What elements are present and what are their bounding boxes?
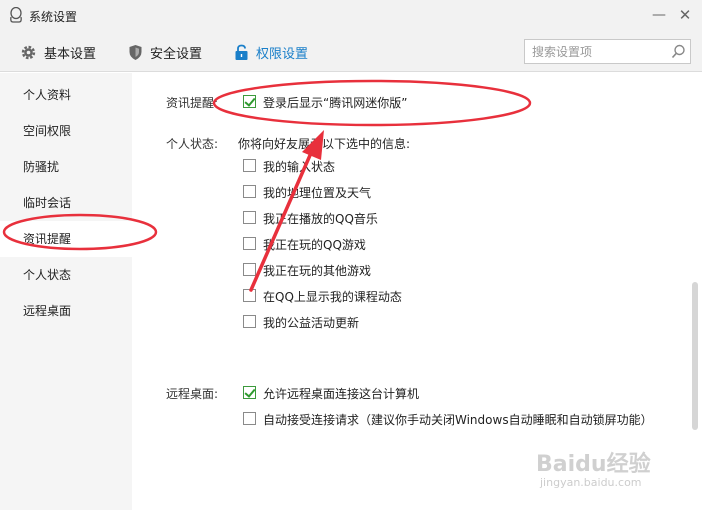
tab-permission-settings-label: 权限设置 bbox=[256, 46, 309, 62]
content-scrollbar[interactable] bbox=[692, 282, 698, 430]
tab-permission-settings[interactable]: 权限设置 bbox=[234, 32, 308, 72]
baidu-watermark: Baidu经验 bbox=[536, 452, 651, 477]
remote-desktop-label: 远程桌面: bbox=[166, 387, 219, 401]
search-box bbox=[524, 39, 691, 64]
tab-basic-settings[interactable]: 基本设置 bbox=[20, 32, 96, 72]
status-charity-option-label[interactable]: 我的公益活动更新 bbox=[263, 314, 359, 331]
status-othergame-checkbox[interactable] bbox=[243, 263, 256, 276]
qq-penguin-icon bbox=[10, 7, 22, 23]
window-title: 系统设置 bbox=[29, 10, 78, 24]
settings-toolbar: 基本设置 安全设置 权限设置 bbox=[0, 32, 702, 72]
personal-status-description: 你将向好友展示以下选中的信息: bbox=[238, 137, 411, 151]
sidebar-item-temp-session[interactable]: 临时会话 bbox=[0, 185, 132, 221]
news-reminder-label: 资讯提醒: bbox=[166, 96, 219, 110]
tab-security-settings-label: 安全设置 bbox=[150, 46, 203, 62]
status-location-option-label[interactable]: 我的地理位置及天气 bbox=[263, 184, 371, 201]
baidu-watermark-url: jingyan.baidu.com bbox=[540, 476, 642, 489]
news-mini-checkbox[interactable] bbox=[243, 95, 256, 108]
lock-icon bbox=[235, 44, 248, 60]
title-bar: 系统设置 — ✕ bbox=[0, 0, 702, 32]
sidebar-item-anti-harassment[interactable]: 防骚扰 bbox=[0, 149, 132, 185]
status-course-checkbox[interactable] bbox=[243, 289, 256, 302]
status-location-checkbox[interactable] bbox=[243, 185, 256, 198]
status-charity-checkbox[interactable] bbox=[243, 315, 256, 328]
status-course-option-label[interactable]: 在QQ上显示我的课程动态 bbox=[263, 288, 402, 305]
sidebar-item-personal-status[interactable]: 个人状态 bbox=[0, 257, 132, 293]
status-qqgame-checkbox[interactable] bbox=[243, 237, 256, 250]
tab-basic-settings-label: 基本设置 bbox=[44, 46, 97, 62]
remote-allow-checkbox[interactable] bbox=[243, 386, 256, 399]
gear-icon bbox=[21, 45, 36, 59]
status-typing-option-label[interactable]: 我的输入状态 bbox=[263, 158, 335, 175]
sidebar-item-remote-desktop[interactable]: 远程桌面 bbox=[0, 293, 132, 329]
status-typing-checkbox[interactable] bbox=[243, 159, 256, 172]
close-button[interactable]: ✕ bbox=[676, 6, 694, 24]
sidebar-item-space-permission[interactable]: 空间权限 bbox=[0, 113, 132, 149]
remote-auto-accept-option-label[interactable]: 自动接受连接请求（建议你手动关闭Windows自动睡眠和自动锁屏功能） bbox=[263, 411, 653, 428]
remote-auto-accept-checkbox[interactable] bbox=[243, 412, 256, 425]
sidebar-item-news-reminder[interactable]: 资讯提醒 bbox=[0, 221, 132, 257]
remote-allow-option-label[interactable]: 允许远程桌面连接这台计算机 bbox=[263, 385, 419, 402]
tab-security-settings[interactable]: 安全设置 bbox=[128, 32, 202, 72]
status-music-option-label[interactable]: 我正在播放的QQ音乐 bbox=[263, 210, 378, 227]
status-qqgame-option-label[interactable]: 我正在玩的QQ游戏 bbox=[263, 236, 366, 253]
minimize-button[interactable]: — bbox=[650, 6, 668, 24]
sidebar-item-profile[interactable]: 个人资料 bbox=[0, 77, 132, 113]
shield-icon bbox=[129, 44, 142, 60]
personal-status-label: 个人状态: bbox=[166, 137, 219, 151]
news-mini-option-label[interactable]: 登录后显示“腾讯网迷你版” bbox=[263, 94, 407, 111]
settings-content: 资讯提醒: 登录后显示“腾讯网迷你版” 个人状态: 你将向好友展示以下选中的信息… bbox=[132, 73, 702, 510]
search-input[interactable] bbox=[525, 40, 665, 63]
status-music-checkbox[interactable] bbox=[243, 211, 256, 224]
search-icon[interactable] bbox=[671, 44, 686, 59]
status-othergame-option-label[interactable]: 我正在玩的其他游戏 bbox=[263, 262, 371, 279]
settings-sidebar: 个人资料 空间权限 防骚扰 临时会话 资讯提醒 个人状态 远程桌面 bbox=[0, 73, 132, 510]
